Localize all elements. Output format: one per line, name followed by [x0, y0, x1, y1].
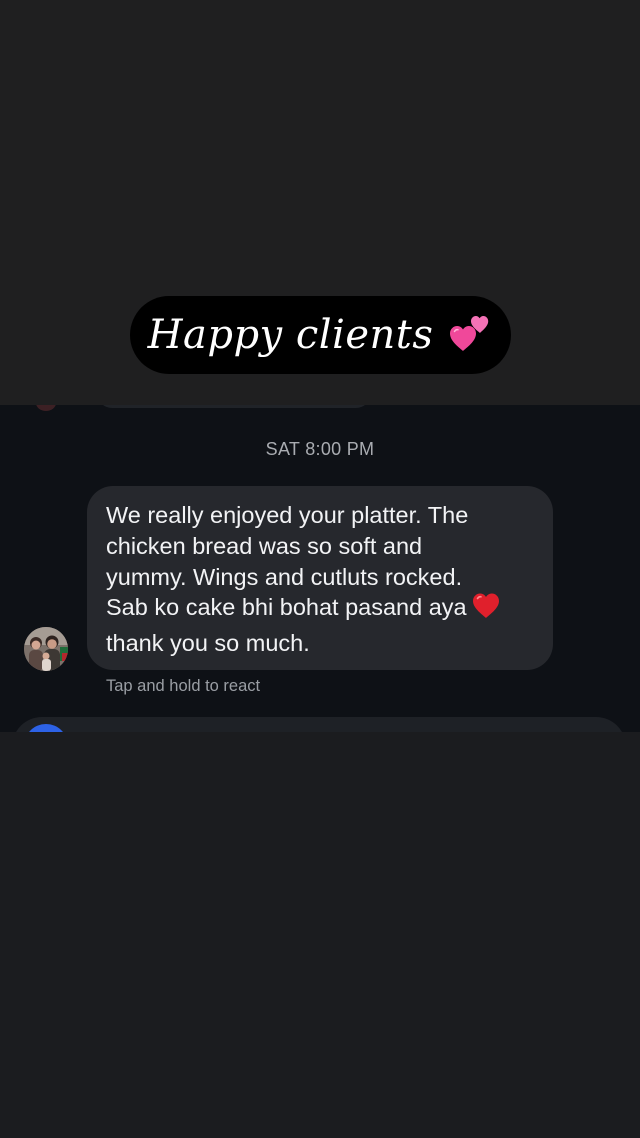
message-line: thank you so much. [106, 630, 310, 657]
story-background-bottom [0, 732, 640, 1138]
next-item-partial [12, 717, 626, 732]
two-hearts-icon [447, 311, 493, 359]
message-timestamp: SAT 8:00 PM [265, 439, 375, 459]
message-bubble[interactable]: We really enjoyed your platter. The chic… [87, 486, 553, 670]
message-line: Sab ko cake bhi bohat pasand aya [106, 594, 467, 621]
previous-message-bubble [96, 405, 372, 408]
previous-avatar [36, 405, 56, 411]
caption-sticker[interactable]: Happy clients [130, 296, 511, 374]
message-line: We really enjoyed your platter. The [106, 502, 469, 528]
red-heart-icon [471, 592, 501, 628]
chat-screenshot: SAT 8:00 PM We really enjoyed your platt… [0, 405, 640, 732]
react-hint: Tap and hold to react [106, 677, 261, 695]
message-line-with-heart: Sab ko cake bhi bohat pasand aya [106, 592, 533, 628]
message-line: chicken bread was so soft and [106, 532, 423, 559]
caption-text: Happy clients [147, 312, 434, 358]
sender-avatar[interactable] [24, 627, 68, 671]
message-line: yummy. Wings and cutluts rocked. [106, 563, 463, 590]
